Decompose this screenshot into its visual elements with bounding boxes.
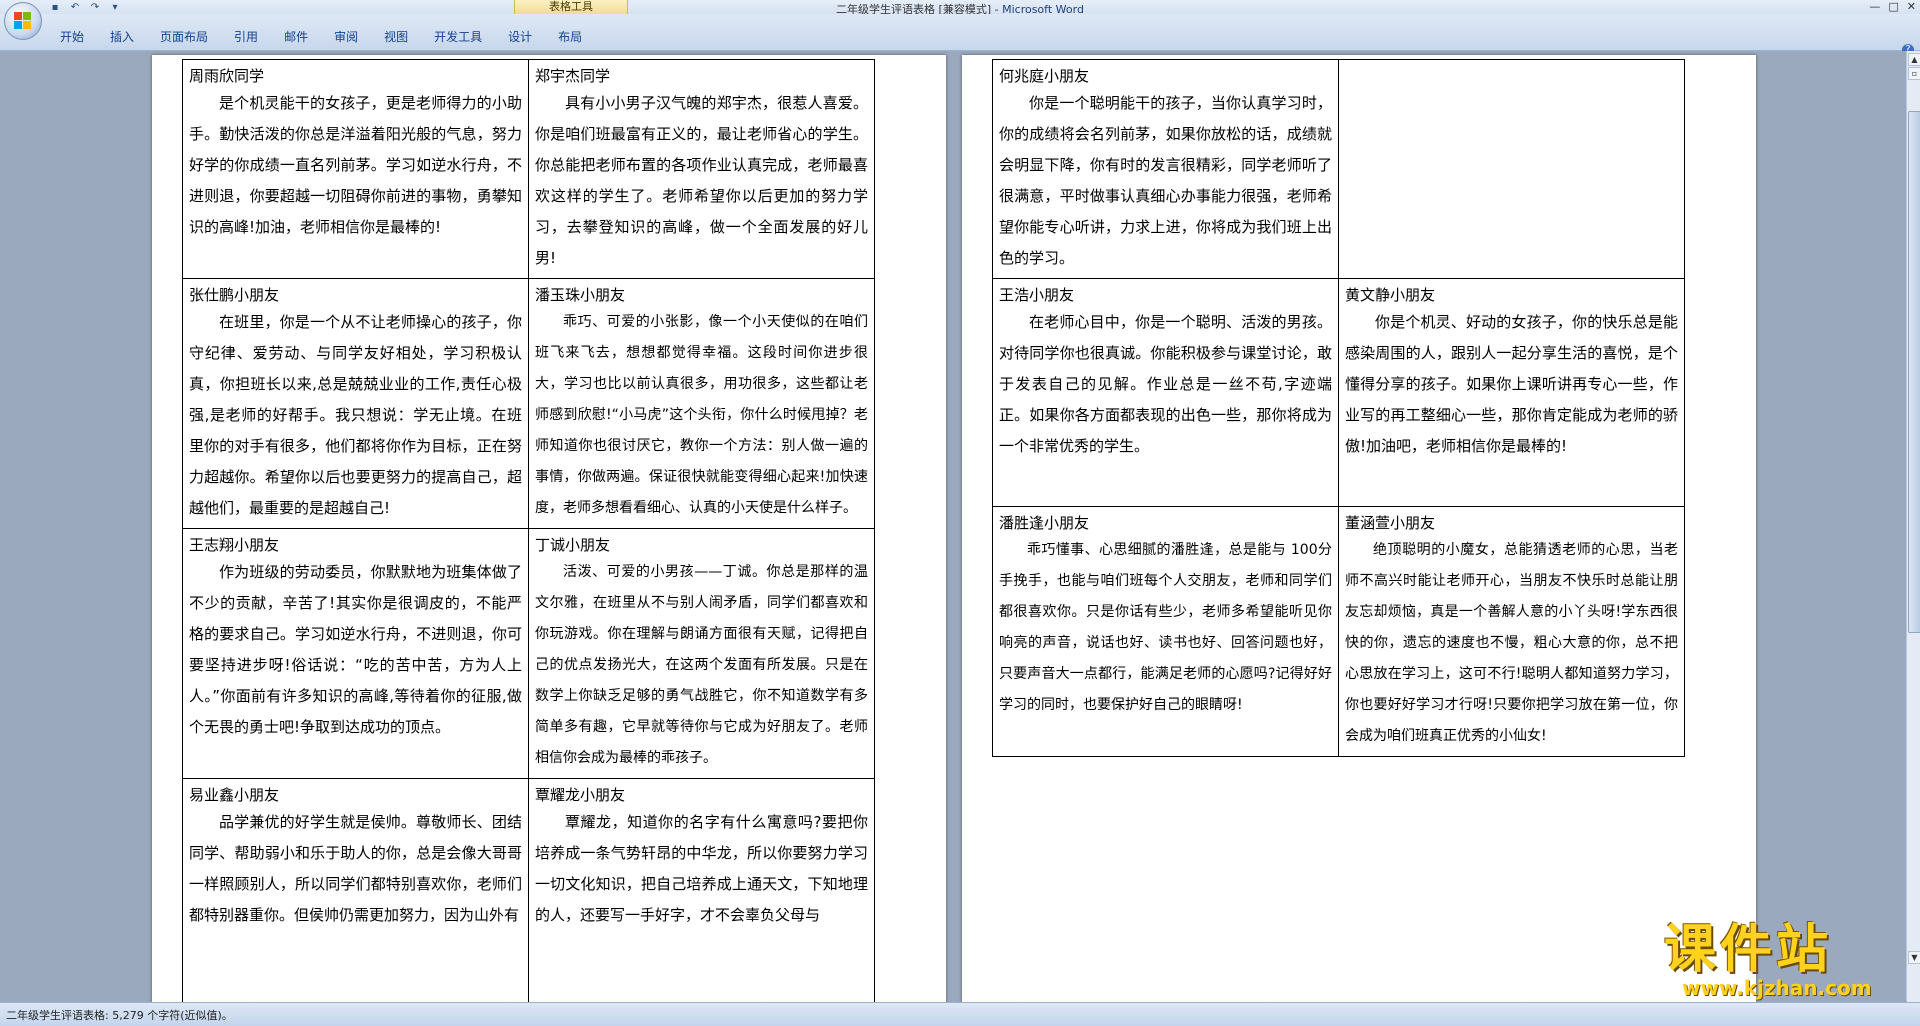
student-name: 董涵萱小朋友: [1345, 514, 1436, 532]
document-workspace: 周雨欣同学 是个机灵能干的女孩子，更是老师得力的小助手。勤快活泼的你总是洋溢着阳…: [0, 51, 1906, 1002]
comment-text: 作为班级的劳动委员，你默默地为班集体做了不少的贡献，辛苦了!其实你是很调皮的，不…: [189, 563, 522, 736]
table-row: 何兆庭小朋友 你是一个聪明能干的孩子，当你认真学习时，你的成绩将会名列前茅，如果…: [992, 59, 1685, 279]
title-bar: 二年级学生评语表格 [兼容模式] - Microsoft Word: [0, 0, 1920, 16]
comment-text: 你是一个聪明能干的孩子，当你认真学习时，你的成绩将会名列前茅，如果你放松的话，成…: [999, 94, 1332, 267]
student-name: 丁诚小朋友: [535, 536, 611, 554]
student-name: 黄文静小朋友: [1345, 286, 1436, 304]
table-cell[interactable]: 覃耀龙小朋友 覃耀龙，知道你的名字有什么寓意吗?要把你培养成一条气势轩昂的中华龙…: [528, 778, 875, 1002]
comment-text: 活泼、可爱的小男孩——丁诚。你总是那样的温文尔雅，在班里从不与别人闹矛盾，同学们…: [535, 564, 868, 766]
table-row: 王浩小朋友 在老师心目中，你是一个聪明、活泼的男孩。对待同学你也很真诚。你能积极…: [992, 278, 1685, 507]
table-cell[interactable]: 潘胜逢小朋友 乖巧懂事、心思细腻的潘胜逢，总是能与 100分手挽手，也能与咱们班…: [992, 506, 1339, 757]
watermark-main-text: 课件站: [1664, 920, 1833, 980]
table-cell[interactable]: 郑宇杰同学 具有小小男子汉气魄的郑宇杰，很惹人喜爱。你是咱们班最富有正义的，最让…: [528, 59, 875, 279]
comment-text: 乖巧懂事、心思细腻的潘胜逢，总是能与 100分手挽手，也能与咱们班每个人交朋友，…: [999, 542, 1332, 713]
evaluation-table-page-1: 周雨欣同学 是个机灵能干的女孩子，更是老师得力的小助手。勤快活泼的你总是洋溢着阳…: [182, 59, 875, 1002]
comment-text: 你是个机灵、好动的女孩子，你的快乐总是能感染周围的人，跟别人一起分享生活的喜悦，…: [1345, 313, 1678, 455]
student-name: 潘胜逢小朋友: [999, 514, 1090, 532]
comment-text: 品学兼优的好学生就是侯帅。尊敬师长、团结同学、帮助弱小和乐于助人的你，总是会像大…: [189, 813, 522, 924]
comment-text: 乖巧、可爱的小张影，像一个小天使似的在咱们班飞来飞去，想想都觉得幸福。这段时间你…: [535, 314, 868, 516]
tab-home[interactable]: 开始: [48, 28, 98, 46]
ribbon: 开始 插入 页面布局 引用 邮件 审阅 视图 开发工具 设计 布局 ?: [0, 14, 1920, 56]
office-logo-icon: [14, 12, 32, 30]
student-name: 王志翔小朋友: [189, 536, 280, 554]
tab-mailings[interactable]: 邮件: [272, 28, 322, 46]
comment-text: 在班里，你是一个从不让老师操心的孩子，你守纪律、爱劳动、与同学友好相处，学习积极…: [189, 313, 522, 517]
comment-text: 具有小小男子汉气魄的郑宇杰，很惹人喜爱。你是咱们班最富有正义的，最让老师省心的学…: [535, 94, 868, 267]
student-name: 何兆庭小朋友: [999, 67, 1090, 85]
tab-view[interactable]: 视图: [372, 28, 422, 46]
table-row: 王志翔小朋友 作为班级的劳动委员，你默默地为班集体做了不少的贡献，辛苦了!其实你…: [182, 528, 875, 779]
table-cell[interactable]: 丁诚小朋友 活泼、可爱的小男孩——丁诚。你总是那样的温文尔雅，在班里从不与别人闹…: [528, 528, 875, 779]
comment-text: 覃耀龙，知道你的名字有什么寓意吗?要把你培养成一条气势轩昂的中华龙，所以你要努力…: [535, 813, 868, 924]
tab-design[interactable]: 设计: [496, 28, 546, 46]
tab-developer[interactable]: 开发工具: [422, 28, 496, 46]
office-button[interactable]: [4, 2, 42, 40]
table-cell[interactable]: 黄文静小朋友 你是个机灵、好动的女孩子，你的快乐总是能感染周围的人，跟别人一起分…: [1338, 278, 1685, 507]
table-cell[interactable]: 何兆庭小朋友 你是一个聪明能干的孩子，当你认真学习时，你的成绩将会名列前茅，如果…: [992, 59, 1339, 279]
table-cell[interactable]: 周雨欣同学 是个机灵能干的女孩子，更是老师得力的小助手。勤快活泼的你总是洋溢着阳…: [182, 59, 529, 279]
minimize-button[interactable]: —: [1869, 0, 1880, 13]
watermark-url: www.kjzhan.com: [1682, 976, 1872, 1000]
save-icon[interactable]: ▪: [48, 2, 62, 14]
table-cell[interactable]: 董涵萱小朋友 绝顶聪明的小魔女，总能猜透老师的心思，当老师不高兴时能让老师开心，…: [1338, 506, 1685, 757]
comment-text: 在老师心目中，你是一个聪明、活泼的男孩。对待同学你也很真诚。你能积极参与课堂讨论…: [999, 313, 1332, 455]
status-text: 二年级学生评语表格: 5,279 个字符(近似值)。: [6, 1009, 233, 1022]
table-cell-empty[interactable]: [1338, 59, 1685, 279]
status-bar: 二年级学生评语表格: 5,279 个字符(近似值)。: [0, 1002, 1920, 1026]
document-page-1: 周雨欣同学 是个机灵能干的女孩子，更是老师得力的小助手。勤快活泼的你总是洋溢着阳…: [152, 55, 946, 1002]
student-name: 覃耀龙小朋友: [535, 786, 626, 804]
ruler-toggle-icon[interactable]: ▫: [1908, 67, 1920, 80]
table-cell[interactable]: 王浩小朋友 在老师心目中，你是一个聪明、活泼的男孩。对待同学你也很真诚。你能积极…: [992, 278, 1339, 507]
student-name: 易业鑫小朋友: [189, 786, 280, 804]
student-name: 张仕鹏小朋友: [189, 286, 280, 304]
evaluation-table-page-2: 何兆庭小朋友 你是一个聪明能干的孩子，当你认真学习时，你的成绩将会名列前茅，如果…: [992, 59, 1685, 757]
table-row: 周雨欣同学 是个机灵能干的女孩子，更是老师得力的小助手。勤快活泼的你总是洋溢着阳…: [182, 59, 875, 279]
tab-layout[interactable]: 布局: [546, 28, 596, 46]
document-page-2: 何兆庭小朋友 你是一个聪明能干的孩子，当你认真学习时，你的成绩将会名列前茅，如果…: [962, 55, 1756, 1002]
table-row: 潘胜逢小朋友 乖巧懂事、心思细腻的潘胜逢，总是能与 100分手挽手，也能与咱们班…: [992, 506, 1685, 757]
student-name: 郑宇杰同学: [535, 67, 611, 85]
redo-icon[interactable]: ↷: [88, 2, 102, 14]
ribbon-tabs: 开始 插入 页面布局 引用 邮件 审阅 视图 开发工具 设计 布局: [48, 28, 596, 46]
table-cell[interactable]: 潘玉珠小朋友 乖巧、可爱的小张影，像一个小天使似的在咱们班飞来飞去，想想都觉得幸…: [528, 278, 875, 529]
vertical-scrollbar[interactable]: ▲ ▫ ▼: [1906, 51, 1920, 1002]
undo-icon[interactable]: ↶: [68, 2, 82, 14]
scroll-up-icon[interactable]: ▲: [1908, 53, 1920, 66]
watermark-logo: 课件站 www.kjzhan.com: [1664, 922, 1906, 1002]
scroll-thumb[interactable]: [1908, 111, 1920, 633]
table-row: 张仕鹏小朋友 在班里，你是一个从不让老师操心的孩子，你守纪律、爱劳动、与同学友好…: [182, 278, 875, 529]
quick-access-toolbar: ▪ ↶ ↷ ▾: [48, 2, 122, 16]
table-cell[interactable]: 王志翔小朋友 作为班级的劳动委员，你默默地为班集体做了不少的贡献，辛苦了!其实你…: [182, 528, 529, 779]
maximize-button[interactable]: □: [1888, 0, 1898, 13]
comment-text: 绝顶聪明的小魔女，总能猜透老师的心思，当老师不高兴时能让老师开心，当朋友不快乐时…: [1345, 542, 1678, 744]
customize-qat-icon[interactable]: ▾: [108, 2, 122, 14]
student-name: 王浩小朋友: [999, 286, 1075, 304]
window-controls: — □ ✕: [1869, 0, 1916, 13]
student-name: 潘玉珠小朋友: [535, 286, 626, 304]
table-row: 易业鑫小朋友 品学兼优的好学生就是侯帅。尊敬师长、团结同学、帮助弱小和乐于助人的…: [182, 778, 875, 1002]
tab-insert[interactable]: 插入: [98, 28, 148, 46]
scroll-down-icon[interactable]: ▼: [1908, 951, 1920, 964]
close-button[interactable]: ✕: [1907, 0, 1916, 13]
comment-text: 是个机灵能干的女孩子，更是老师得力的小助手。勤快活泼的你总是洋溢着阳光般的气息，…: [189, 94, 522, 236]
tab-references[interactable]: 引用: [222, 28, 272, 46]
table-cell[interactable]: 易业鑫小朋友 品学兼优的好学生就是侯帅。尊敬师长、团结同学、帮助弱小和乐于助人的…: [182, 778, 529, 1002]
student-name: 周雨欣同学: [189, 67, 265, 85]
tab-review[interactable]: 审阅: [322, 28, 372, 46]
table-cell[interactable]: 张仕鹏小朋友 在班里，你是一个从不让老师操心的孩子，你守纪律、爱劳动、与同学友好…: [182, 278, 529, 529]
tab-page-layout[interactable]: 页面布局: [148, 28, 222, 46]
